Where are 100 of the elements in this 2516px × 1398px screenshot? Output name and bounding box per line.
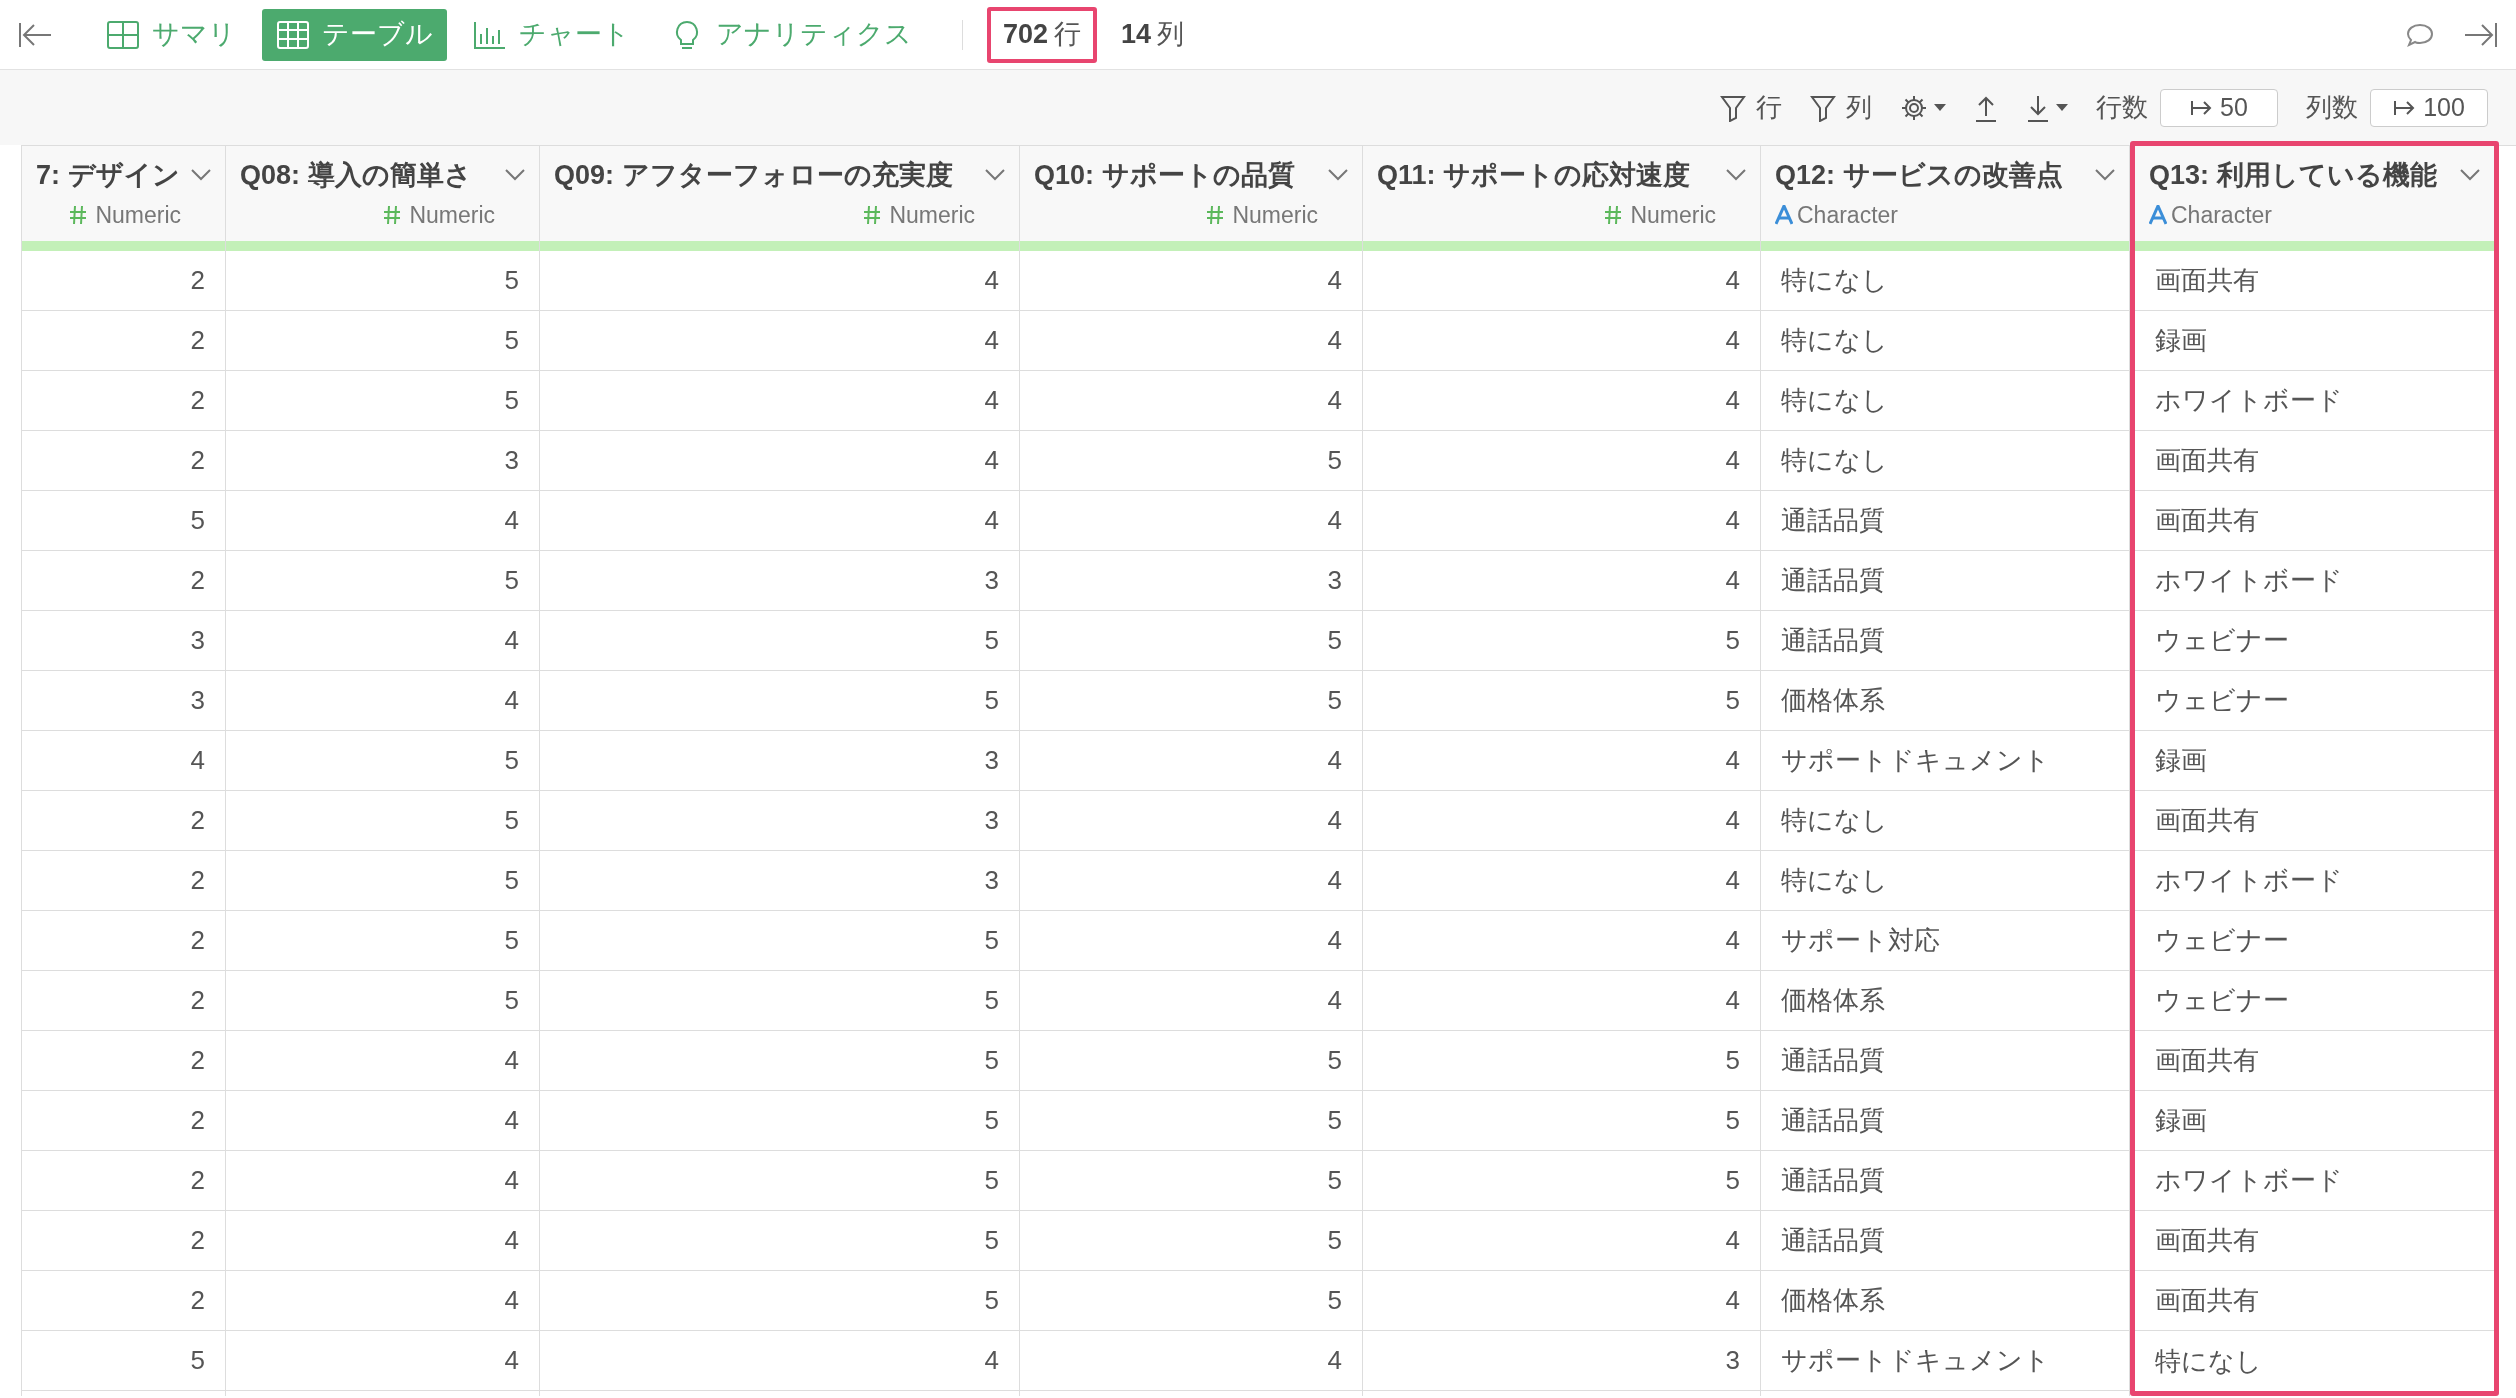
- table-cell: 画面共有: [2135, 791, 2494, 851]
- table-cell: 5: [1020, 1271, 1362, 1331]
- table-cell: 4: [1020, 371, 1362, 431]
- table-cell: 4: [226, 491, 539, 551]
- table-cell: 4: [1363, 851, 1760, 911]
- table-cell: 2: [22, 1151, 225, 1211]
- grid-icon: [106, 19, 140, 50]
- table-cell: 2: [22, 371, 225, 431]
- column-type: Numeric: [889, 200, 975, 230]
- table-cell: 5: [1020, 671, 1362, 731]
- row-filter-button[interactable]: 行: [1720, 88, 1782, 127]
- table-cell: 5: [226, 791, 539, 851]
- chevron-down-icon[interactable]: [2460, 169, 2480, 182]
- table-cell: 4: [540, 251, 1019, 311]
- column-type: Numeric: [1232, 200, 1318, 230]
- table-cell: 3: [540, 731, 1019, 791]
- table-cell: 4: [1363, 371, 1760, 431]
- table-cell: 5: [22, 491, 225, 551]
- column-header[interactable]: Q13: 利用している機能 Character: [2135, 146, 2494, 241]
- filter-icon: [1720, 93, 1746, 122]
- table-cell: 5: [226, 251, 539, 311]
- count-field[interactable]: 100: [2370, 88, 2488, 127]
- table-cell: 3: [1363, 1331, 1760, 1391]
- table-cell-text: 特になし: [2154, 1344, 2263, 1378]
- chevron-down-icon[interactable]: [191, 169, 211, 182]
- column-count: 14 列: [1120, 18, 1186, 52]
- table-cell: 4: [226, 611, 539, 671]
- table-cell: 4: [1020, 251, 1362, 311]
- table-cell: 4: [1020, 911, 1362, 971]
- table-cell: 5: [1363, 1091, 1760, 1151]
- table-cell: 2: [22, 791, 225, 851]
- table-cell: 2: [22, 971, 225, 1031]
- table-cell: 4: [226, 1211, 539, 1271]
- table-cell: 4: [1363, 791, 1760, 851]
- chevron-down-icon[interactable]: [1328, 169, 1348, 182]
- column-header[interactable]: Q12: サービスの改善点 Character: [1761, 146, 2129, 241]
- filter-icon: [1810, 93, 1836, 122]
- chevron-down-icon[interactable]: [2095, 169, 2115, 182]
- table-cell: 通話品質: [1761, 1031, 2129, 1091]
- download-button[interactable]: [2026, 93, 2068, 122]
- table-cell: 5: [1020, 1031, 1362, 1091]
- table-cell: 5: [1363, 1031, 1760, 1091]
- table-cell: 2: [22, 431, 225, 491]
- table-cell: 特になし: [1761, 851, 2129, 911]
- table-cell: 5: [540, 971, 1019, 1031]
- arrow-to-right-icon: [2190, 98, 2213, 117]
- column-type: Numeric: [95, 200, 181, 230]
- table-cell: 画面共有: [2135, 491, 2494, 551]
- table-cell: 2: [22, 551, 225, 611]
- table-cell: 4: [226, 671, 539, 731]
- table-cell: 4: [226, 1271, 539, 1331]
- table-cell: 4: [1020, 1331, 1362, 1391]
- table-cell: 価格体系: [1761, 671, 2129, 731]
- table-cell: ホワイトボード: [2135, 1151, 2494, 1211]
- table-cell: 4: [1363, 551, 1760, 611]
- table-cell: 5: [22, 1331, 225, 1391]
- table-cell: 通話品質: [1761, 611, 2129, 671]
- column-filter-button[interactable]: 列: [1810, 88, 1872, 127]
- bar-chart-icon: [473, 19, 507, 50]
- table-cell: ホワイトボード: [2135, 851, 2494, 911]
- table-cell: ウェビナー: [2135, 611, 2494, 671]
- column-name: Q08: 導入の簡単さ: [240, 159, 472, 192]
- table-cell: 3: [540, 551, 1019, 611]
- table-cell: 5: [1020, 1091, 1362, 1151]
- column-header[interactable]: Q08: 導入の簡単さ Numeric: [226, 146, 539, 241]
- table-cell: 5: [540, 1271, 1019, 1331]
- table-cell: 画面共有: [2135, 431, 2494, 491]
- table-cell: 3: [540, 851, 1019, 911]
- column-header[interactable]: Q09: アフターフォローの充実度 Numeric: [540, 146, 1019, 241]
- comment-icon[interactable]: [2406, 21, 2434, 48]
- count-field[interactable]: 50: [2160, 88, 2278, 127]
- table-cell: 価格体系: [1761, 1271, 2129, 1331]
- arrow-to-right-icon: [2393, 98, 2416, 117]
- table-cell: 4: [1363, 491, 1760, 551]
- table-cell: 4: [226, 1091, 539, 1151]
- table-cell: 5: [540, 1151, 1019, 1211]
- settings-icon: [1900, 93, 1928, 122]
- table-cell: 録画: [2135, 1091, 2494, 1151]
- table-cell: 2: [22, 1211, 225, 1271]
- collapse-left-icon[interactable]: [18, 21, 52, 48]
- table-cell: 5: [540, 911, 1019, 971]
- table-cell: 4: [1363, 251, 1760, 311]
- column-name: Q12: サービスの改善点: [1775, 159, 2063, 192]
- caret-icon: [2056, 104, 2068, 111]
- table-cell: 5: [226, 311, 539, 371]
- settings-button[interactable]: [1900, 93, 1946, 122]
- column-header[interactable]: Q11: サポートの応対速度 Numeric: [1363, 146, 1760, 241]
- table-cell: 特になし: [1761, 791, 2129, 851]
- table-cell: 通話品質: [1761, 491, 2129, 551]
- table-cell: 5: [226, 911, 539, 971]
- table-cell: 3: [22, 671, 225, 731]
- table-cell: 録画: [2135, 311, 2494, 371]
- chevron-down-icon[interactable]: [985, 169, 1005, 182]
- table-cell: 5: [1363, 611, 1760, 671]
- column-header[interactable]: Q10: サポートの品質 Numeric: [1020, 146, 1362, 241]
- chevron-down-icon[interactable]: [505, 169, 525, 182]
- column-header[interactable]: 7: デザイン Numeric: [22, 146, 225, 241]
- chevron-down-icon[interactable]: [1726, 169, 1746, 182]
- collapse-right-icon[interactable]: [2464, 21, 2498, 48]
- table-cell: 画面共有: [2135, 1271, 2494, 1331]
